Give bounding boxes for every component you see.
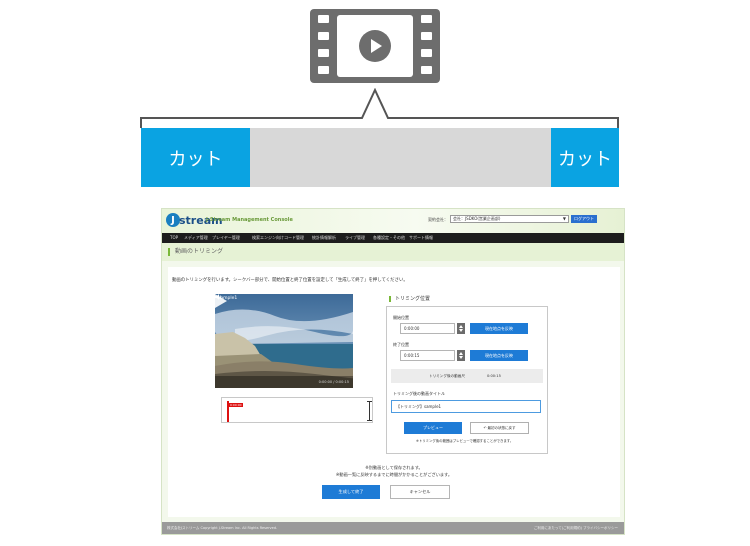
generate-and-finish-button[interactable]: 生成して終了	[322, 485, 380, 499]
cut-right-label: カット	[551, 128, 619, 187]
trim-settings-box: 開始位置 0:00:00 現在地点を反映 終了位置 0:00:15 現在地点を反…	[386, 306, 548, 454]
clip-bar: カット カット	[141, 128, 619, 187]
nav-item-media[interactable]: メディア管理	[184, 235, 208, 241]
film-perforation	[421, 49, 432, 57]
trim-panel: 動画のトリミングを行います。シークバー部分で、開始位置と終了位置を設定して「生成…	[168, 267, 620, 517]
main-nav: TOP メディア管理 プレイヤー管理 検索エンジン向けコード管理 統計情報解析 …	[162, 233, 624, 243]
trimmed-title-input[interactable]: 【トリミング】sample1	[391, 400, 541, 413]
nav-item-support[interactable]: サポート情報	[409, 235, 433, 241]
film-perforation	[318, 66, 329, 74]
nav-item-live[interactable]: ライブ管理	[345, 235, 365, 241]
reset-button[interactable]: ↶ 最初の状態に戻す	[470, 422, 529, 434]
volume-icon[interactable]	[215, 294, 222, 300]
film-perforation	[318, 15, 329, 23]
start-time-stepper[interactable]	[457, 323, 465, 334]
account-select[interactable]: 会社：JSDKO(営業企画部) ▼	[450, 215, 569, 223]
film-screen	[337, 15, 413, 77]
film-perforation	[421, 15, 432, 23]
cancel-button[interactable]: キャンセル	[390, 485, 450, 499]
nav-item-seo[interactable]: 検索エンジン向けコード管理	[252, 235, 304, 241]
logo-mark: J	[166, 213, 180, 227]
page-title: 動画のトリミング	[168, 248, 223, 256]
save-note-1: ※別動画として保存されます。	[365, 465, 423, 470]
title-band	[162, 243, 624, 261]
film-perforation	[421, 66, 432, 74]
duration-label: トリミング後の動画尺	[429, 374, 465, 378]
start-label: 開始位置	[393, 315, 409, 320]
play-circle-icon	[359, 30, 391, 62]
start-marker-label: 0:00:00	[229, 403, 243, 407]
logout-button[interactable]: ログアウト	[571, 215, 597, 223]
video-thumbnail	[215, 294, 353, 388]
set-start-button[interactable]: 現在地点を反映	[470, 323, 528, 334]
footer-links[interactable]: ご利用にあたって(ご利用規約) プライバシーポリシー	[534, 526, 618, 531]
film-perforation	[421, 32, 432, 40]
chevron-down-icon: ▼	[562, 216, 566, 221]
video-time: 0:00:00 / 0:00:15	[318, 380, 349, 384]
film-perforation	[318, 32, 329, 40]
nav-item-settings[interactable]: 各種設定・その他	[373, 235, 405, 241]
console-footer: 株式会社Jストリーム Copyright J-Stream Inc. All R…	[162, 522, 624, 534]
console-screenshot: J stream J-Stream Management Console 契約会…	[161, 208, 625, 535]
account-label: 契約会社：	[428, 217, 448, 222]
film-perforation	[318, 49, 329, 57]
save-note-2: ※動画一覧に反映するまでに時間がかかることがございます。	[335, 472, 453, 477]
copyright-text: 株式会社Jストリーム Copyright J-Stream Inc. All R…	[167, 526, 278, 530]
nav-item-top[interactable]: TOP	[170, 235, 178, 240]
end-handle-cap	[367, 401, 372, 402]
nav-item-stats[interactable]: 統計情報解析	[312, 235, 336, 241]
set-end-button[interactable]: 現在地点を反映	[470, 350, 528, 361]
preview-note: ※トリミング後の範囲はプレビューで確認することができます。	[416, 439, 514, 443]
title-label: トリミング後の動画タイトル	[393, 391, 445, 396]
console-header: J stream J-Stream Management Console 契約会…	[162, 209, 624, 233]
reset-button-label: 最初の状態に戻す	[487, 426, 516, 430]
video-player[interactable]: sample1 0:00:00 / 0:00:15	[215, 294, 353, 388]
preview-button[interactable]: プレビュー	[404, 422, 462, 434]
start-time-input[interactable]: 0:00:00	[400, 323, 455, 334]
undo-icon: ↶	[483, 426, 487, 430]
account-select-value: 会社：JSDKO(営業企画部)	[453, 216, 501, 221]
end-time-input[interactable]: 0:00:15	[400, 350, 455, 361]
end-handle[interactable]	[369, 401, 370, 421]
end-handle-cap	[367, 420, 372, 421]
cut-left-label: カット	[141, 128, 250, 187]
bracket-connector	[140, 88, 619, 128]
duration-value: 0:00:15	[487, 374, 501, 378]
duration-row: トリミング後の動画尺 0:00:15	[391, 369, 543, 383]
end-label: 終了位置	[393, 342, 409, 347]
trim-section-title: トリミング位置	[389, 296, 430, 302]
intro-text: 動画のトリミングを行います。シークバー部分で、開始位置と終了位置を設定して「生成…	[172, 278, 408, 283]
film-play-icon	[310, 9, 440, 83]
trim-timeline[interactable]: 0:00:00	[221, 397, 373, 423]
nav-item-player[interactable]: プレイヤー管理	[212, 235, 240, 241]
end-time-stepper[interactable]	[457, 350, 465, 361]
console-subtitle: J-Stream Management Console	[206, 217, 293, 223]
